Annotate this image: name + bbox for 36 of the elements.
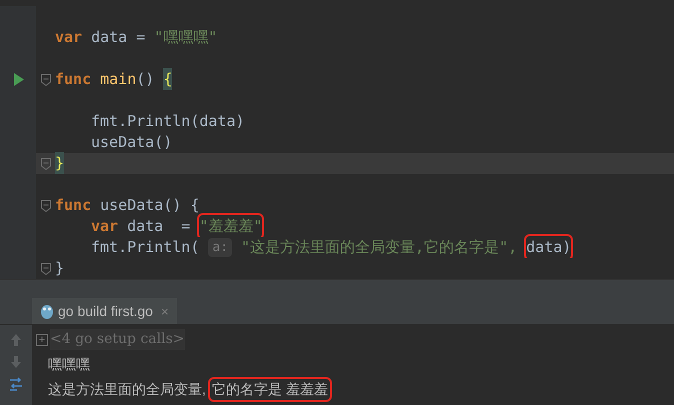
arrow-down-icon[interactable] xyxy=(10,355,22,370)
code-text: useData() { xyxy=(100,195,200,216)
gopher-icon xyxy=(40,303,54,320)
run-tab[interactable]: go build first.go × xyxy=(32,298,177,324)
code-text: data = xyxy=(127,216,190,238)
code-text: useData() xyxy=(91,132,172,154)
console-output: 这是方法里面的全局变量, xyxy=(48,380,206,399)
folded-calls[interactable]: <4 go setup calls> xyxy=(50,329,185,350)
string-literal: "嘿嘿嘿" xyxy=(154,27,218,48)
brace: { xyxy=(163,68,172,91)
keyword: var xyxy=(91,216,118,238)
string-literal: "羞羞羞" xyxy=(199,215,262,238)
fold-icon[interactable] xyxy=(40,158,50,170)
code-text: fmt.Println( xyxy=(91,237,200,258)
code-text: fmt.Println(data) xyxy=(91,111,245,132)
function-name: main xyxy=(100,69,136,90)
keyword: func xyxy=(55,69,92,90)
expand-toggle[interactable]: + xyxy=(36,334,48,346)
parameter-hint: a: xyxy=(208,238,232,258)
code-text: } xyxy=(55,258,64,280)
run-icon[interactable] xyxy=(14,72,24,86)
keyword: var xyxy=(55,27,82,48)
keyword: func xyxy=(55,195,92,216)
code-text: data = xyxy=(91,27,146,48)
console-output: 嘿嘿嘿 xyxy=(48,354,90,374)
fold-icon[interactable] xyxy=(40,74,50,86)
fold-icon[interactable] xyxy=(40,262,50,274)
brace: } xyxy=(55,152,64,175)
console-output: 它的名字是 羞羞羞 xyxy=(210,378,330,400)
code-text: () xyxy=(136,69,154,90)
fold-icon[interactable] xyxy=(40,200,50,212)
arrow-up-icon[interactable] xyxy=(10,333,22,348)
code-text: data) xyxy=(526,236,572,259)
wrap-icon[interactable] xyxy=(9,377,23,392)
string-literal: "这是方法里面的全局变量,它的名字是", xyxy=(241,237,518,258)
close-icon[interactable]: × xyxy=(160,302,169,322)
